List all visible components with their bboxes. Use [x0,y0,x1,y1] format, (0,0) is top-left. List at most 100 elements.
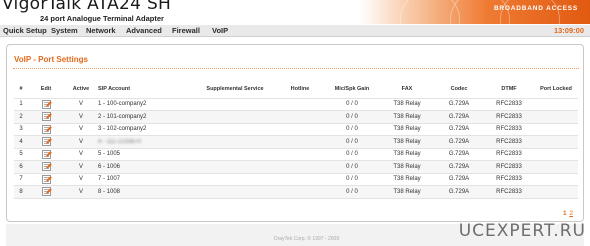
cell-sip-account: 2 - 101-company2 [98,113,147,120]
cell-supplemental [194,161,276,174]
cell-gain: 0 / 0 [346,113,358,120]
cell-sip-account: 5 - 1005 [98,151,121,158]
port-settings-panel: VoIP - Port Settings # Edit Active SIP A… [6,44,584,222]
col-supplemental-service: Supplemental Service [206,86,264,93]
brand-text: BROADBAND ACCESS [493,5,578,12]
cell-codec: G.729A [448,101,470,108]
cell-hotline [276,136,324,149]
cell-active: V [78,113,83,120]
cell-active: V [78,188,83,195]
cell-dtmf: RFC2833 [496,138,522,145]
cell-hotline [276,161,324,174]
cell-codec: G.729A [448,138,470,145]
table-row: 3 V 3 - 102-company2 0 / 0 T38 Relay G.729A RF… [14,123,578,136]
col-dtmf: DTMF [501,86,517,93]
cell-edit [28,161,64,174]
col-edit: Edit [40,86,52,93]
cell-fax: T38 Relay [393,163,421,170]
col-fax: FAX [401,86,413,93]
edit-icon[interactable] [41,162,51,172]
cell-port-locked [534,123,578,136]
edit-icon[interactable] [41,99,51,109]
col-num: # [19,86,23,93]
nav-firewall[interactable]: Firewall [172,26,200,35]
cell-codec: G.729A [448,126,470,133]
cell-port-locked [534,173,578,186]
cell-port-locked [534,98,578,111]
cell-dtmf: RFC2833 [496,113,522,120]
cell-sip-account: 7 - 1007 [98,176,121,183]
app-subtitle: 24 port Analogue Terminal Adapter [40,14,164,23]
cell-active: V [78,163,83,170]
edit-icon[interactable] [41,137,51,147]
nav-quick-setup[interactable]: Quick Setup [3,26,47,35]
cell-edit [28,173,64,186]
cell-sip-account: 1 - 100-company2 [98,101,147,108]
edit-icon[interactable] [41,187,51,197]
col-active: Active [72,86,90,93]
cell-hotline [276,98,324,111]
cell-fax: T38 Relay [393,138,421,145]
edit-icon[interactable] [41,174,51,184]
cell-num: 5 [19,151,23,158]
cell-supplemental [194,136,276,149]
cell-num: 3 [19,126,23,133]
nav-network[interactable]: Network [86,26,116,35]
table-row: 4 V 4 - 111-2233870 0 / 0 T38 Relay G.729A RFC… [14,135,578,149]
table-row: 8 V 8 - 1008 0 / 0 T38 Relay G.729A RFC2833 [14,185,578,199]
table-row: 6 V 6 - 1006 0 / 0 T38 Relay G.729A RFC2833 [14,160,578,174]
cell-supplemental [194,111,276,124]
cell-port-locked [534,136,578,149]
cell-dtmf: RFC2833 [496,176,522,183]
app-title: VigorTalk ATA24 SH [2,0,172,14]
cell-dtmf: RFC2833 [496,151,522,158]
page-current: 1 [562,210,567,217]
cell-supplemental [194,173,276,186]
cell-hotline [276,148,324,161]
cell-sip-account: 4 - 111-2233870 [98,138,142,145]
cell-edit [28,186,64,199]
cell-hotline [276,173,324,186]
cell-hotline [276,123,324,136]
cell-codec: G.729A [448,151,470,158]
cell-active: V [78,176,83,183]
table-row: 1 V 1 - 100-company2 0 / 0 T38 Relay G.729A RF… [14,98,578,111]
edit-icon[interactable] [41,149,51,159]
cell-edit [28,148,64,161]
cell-sip-account: 8 - 1008 [98,188,121,195]
brand-banner: BROADBAND ACCESS [360,0,590,24]
edit-icon[interactable] [41,124,51,134]
cell-codec: G.729A [448,188,470,195]
cell-gain: 0 / 0 [346,151,358,158]
edit-icon[interactable] [41,112,51,122]
cell-fax: T38 Relay [393,188,421,195]
cell-active: V [78,138,83,145]
nav-voip[interactable]: VoIP [212,26,228,35]
table-row: 5 V 5 - 1005 0 / 0 T38 Relay G.729A RFC2833 [14,148,578,161]
cell-hotline [276,111,324,124]
cell-edit [28,123,64,136]
cell-num: 8 [19,188,23,195]
nav-advanced[interactable]: Advanced [126,26,162,35]
cell-codec: G.729A [448,113,470,120]
cell-port-locked [534,161,578,174]
table-row: 7 V 7 - 1007 0 / 0 T38 Relay G.729A RFC2833 [14,173,578,186]
cell-edit [28,111,64,124]
pagination: 1 2 [563,210,573,217]
cell-gain: 0 / 0 [346,163,358,170]
cell-codec: G.729A [448,163,470,170]
cell-fax: T38 Relay [393,151,421,158]
cell-sip-account: 6 - 1006 [98,163,121,170]
cell-num: 2 [19,113,23,120]
col-gain: Mic/Spk Gain [334,86,370,93]
table-row: 2 V 2 - 101-company2 0 / 0 T38 Relay G.729A RF… [14,110,578,124]
cell-active: V [78,126,83,133]
cell-active: V [78,101,83,108]
nav-system[interactable]: System [51,26,78,35]
watermark: UCEXPERT.RU [458,221,586,241]
cell-supplemental [194,123,276,136]
cell-active: V [78,151,83,158]
title-divider [13,68,579,69]
page-link-next[interactable]: 2 [569,210,573,217]
cell-port-locked [534,148,578,161]
